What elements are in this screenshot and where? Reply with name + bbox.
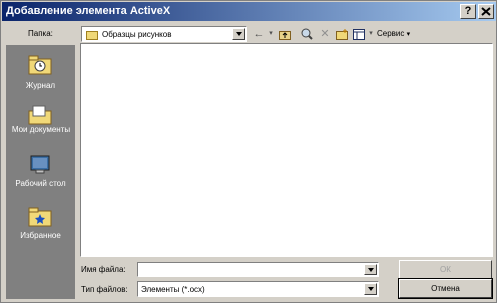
- delete-icon[interactable]: ✕: [319, 27, 331, 41]
- filetype-label: Тип файлов:: [81, 285, 128, 294]
- history-icon: [28, 55, 52, 75]
- folder-value: Образцы рисунков: [102, 30, 172, 39]
- place-desktop[interactable]: Рабочий стол: [6, 151, 75, 201]
- place-label: Мои документы: [11, 125, 71, 134]
- views-dropdown-icon[interactable]: ▾: [367, 27, 375, 41]
- views-icon[interactable]: [352, 27, 366, 41]
- filetype-select[interactable]: Элементы (*.ocx): [137, 281, 379, 297]
- ok-button[interactable]: ОК: [399, 260, 492, 279]
- place-favorites[interactable]: Избранное: [6, 203, 75, 253]
- file-list[interactable]: [80, 43, 493, 257]
- back-dropdown-icon[interactable]: ▾: [267, 27, 275, 41]
- place-label: Журнал: [25, 81, 56, 90]
- folder-combobox[interactable]: Образцы рисунков: [81, 26, 247, 42]
- chevron-down-icon[interactable]: [364, 283, 377, 295]
- places-bar: Журнал Мои документы Рабочий стол Избран…: [6, 45, 75, 299]
- filename-input[interactable]: [137, 262, 379, 277]
- back-arrow-icon[interactable]: ←: [252, 27, 266, 41]
- add-activex-dialog: Добавление элемента ActiveX ? Папка: Обр…: [0, 0, 497, 303]
- desktop-icon: [30, 155, 50, 174]
- title-bar[interactable]: Добавление элемента ActiveX ?: [2, 2, 496, 21]
- place-history[interactable]: Журнал: [6, 51, 75, 101]
- new-folder-icon[interactable]: [335, 27, 349, 41]
- filename-label: Имя файла:: [81, 265, 126, 274]
- folder-label: Папка:: [28, 29, 53, 38]
- up-folder-icon[interactable]: [278, 27, 292, 41]
- web-search-icon[interactable]: [300, 27, 314, 41]
- tools-label: Сервис: [377, 29, 405, 38]
- tools-dropdown-icon: ▾: [406, 31, 411, 38]
- help-button[interactable]: ?: [460, 4, 476, 19]
- chevron-down-icon[interactable]: [364, 264, 377, 275]
- place-my-documents[interactable]: Мои документы: [6, 101, 75, 151]
- close-icon: [481, 7, 491, 16]
- close-button[interactable]: [478, 4, 494, 19]
- folder-icon: [86, 31, 98, 40]
- chevron-down-icon[interactable]: [232, 28, 245, 40]
- my-documents-icon: [28, 105, 52, 125]
- cancel-button[interactable]: Отмена: [398, 278, 493, 299]
- place-label: Рабочий стол: [15, 179, 66, 188]
- favorites-icon: [28, 207, 52, 227]
- place-label: Избранное: [20, 231, 61, 240]
- dialog-title: Добавление элемента ActiveX: [6, 5, 171, 17]
- filetype-value: Элементы (*.ocx): [141, 285, 205, 294]
- tools-menu[interactable]: Сервис ▾: [377, 29, 410, 38]
